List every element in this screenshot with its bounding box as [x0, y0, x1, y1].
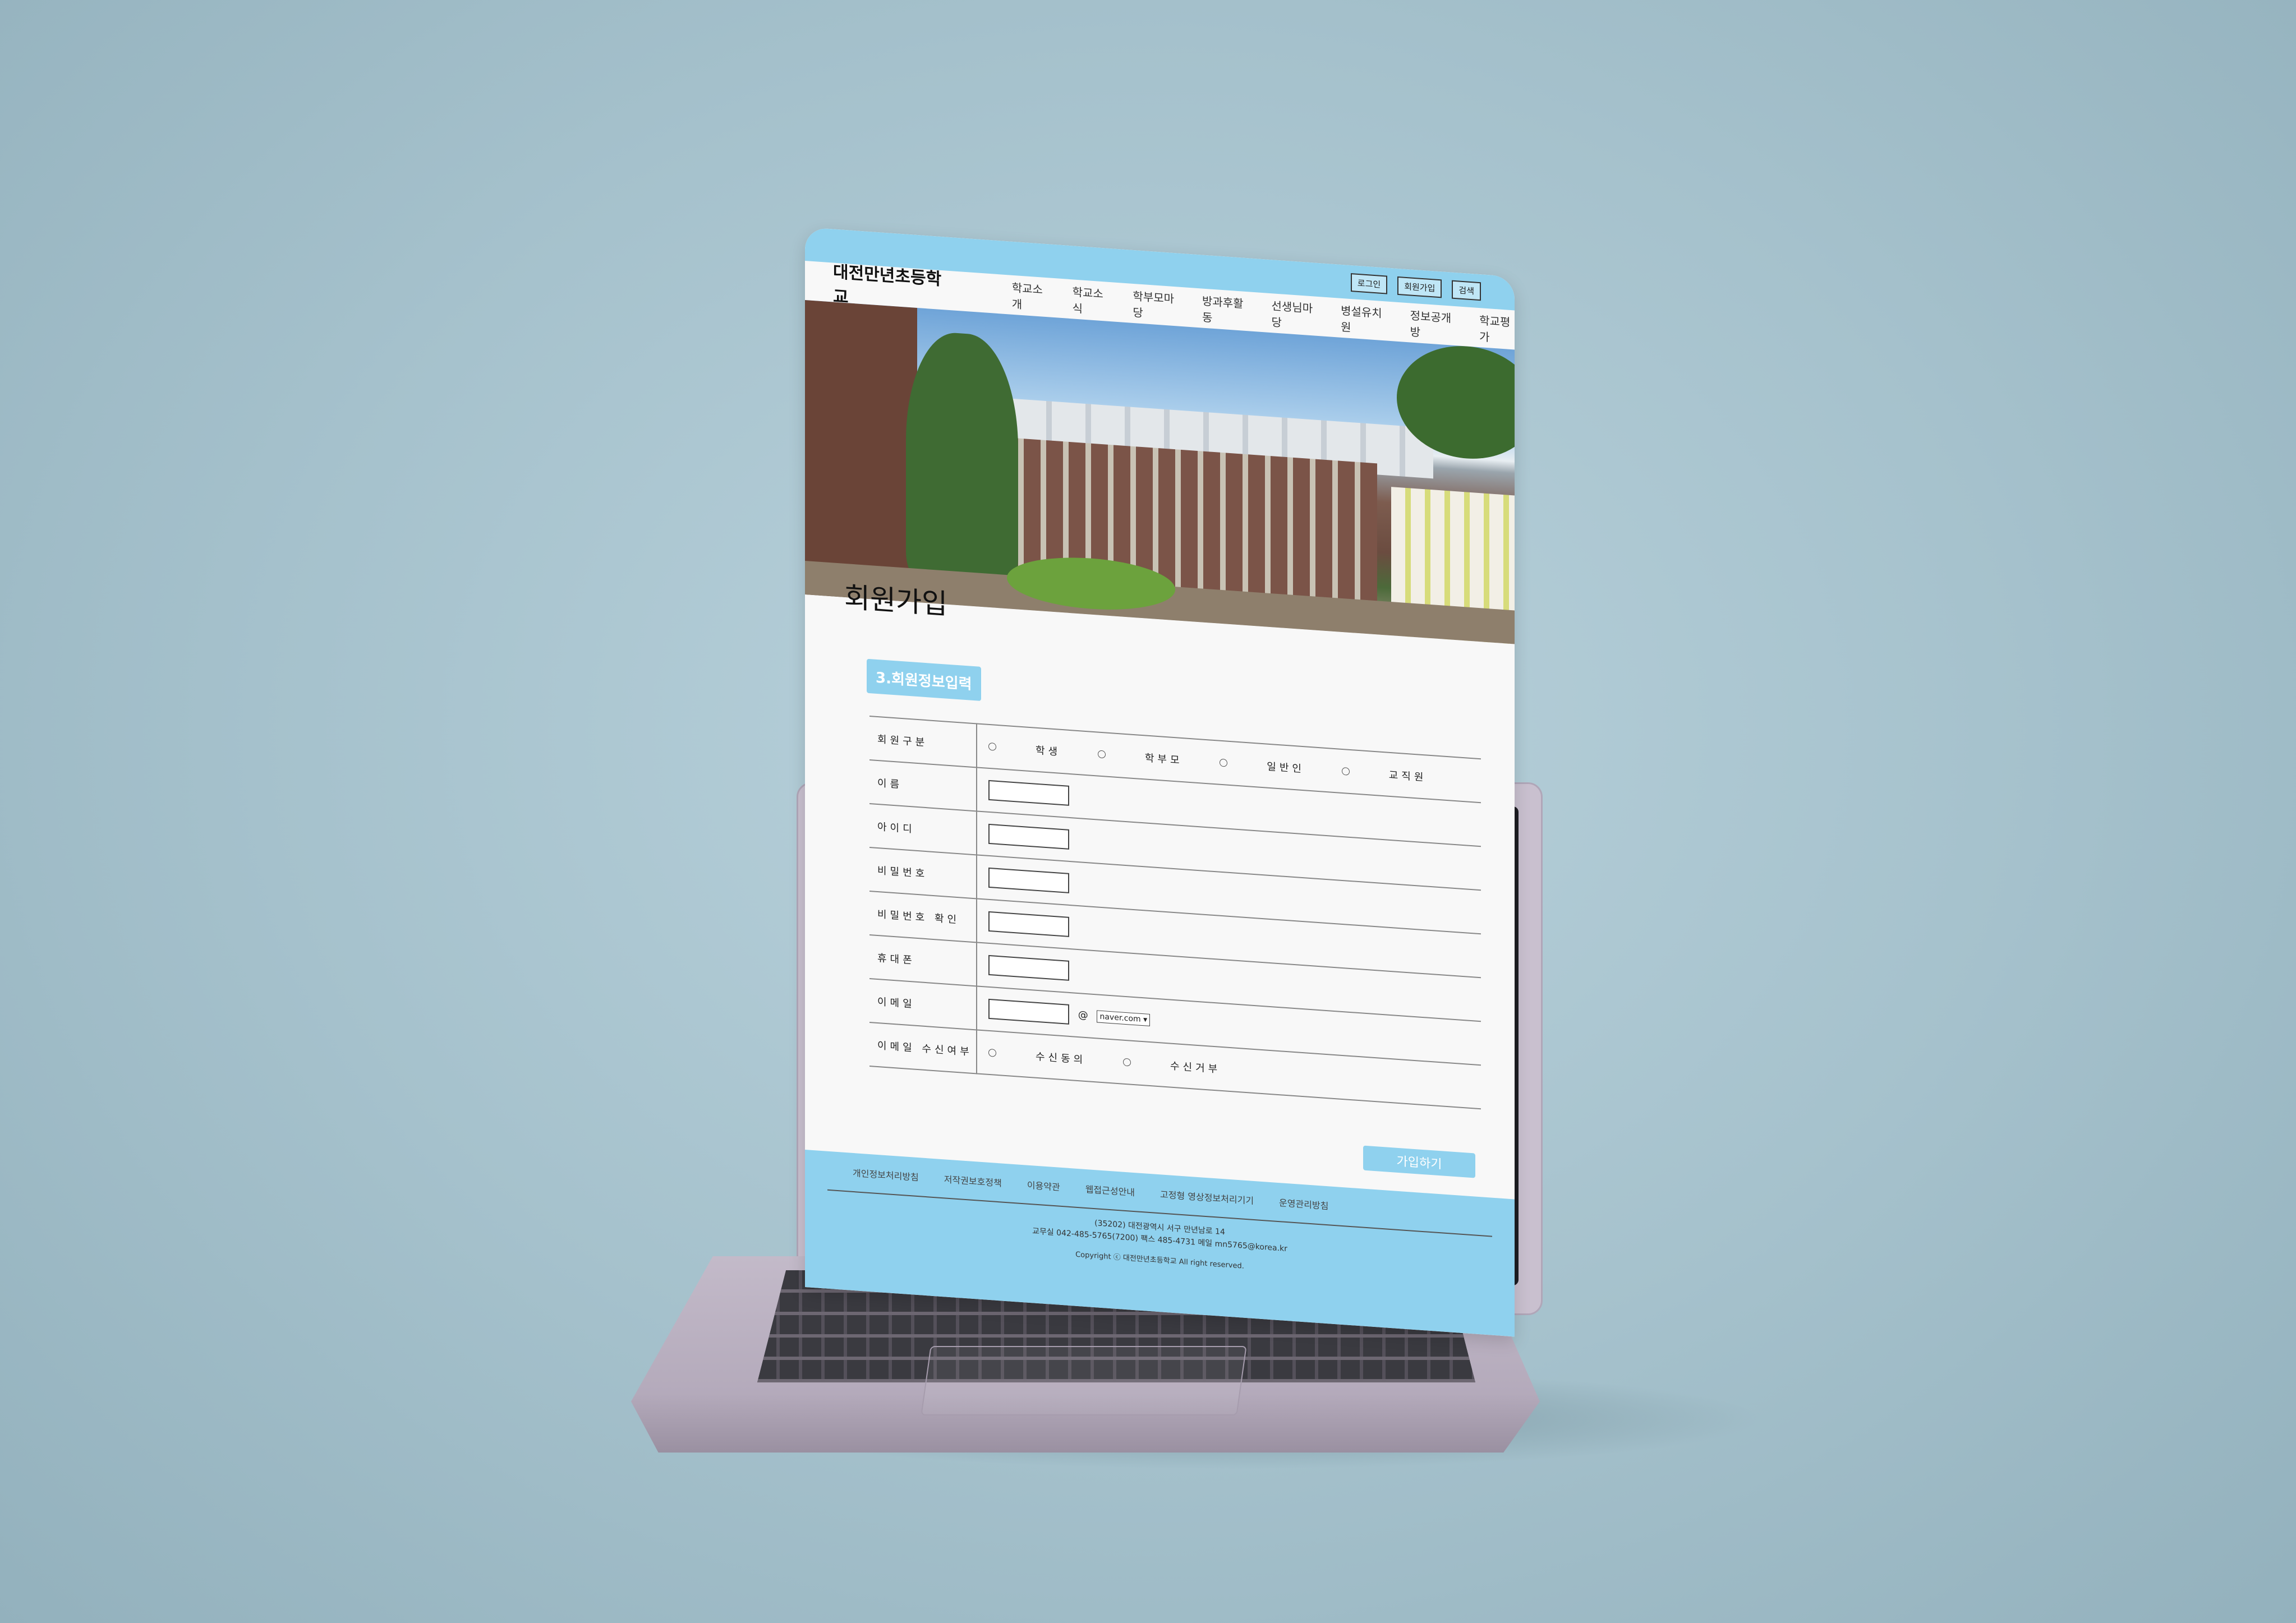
laptop-trackpad	[921, 1346, 1247, 1415]
phone-label: 휴대폰	[869, 935, 977, 986]
email-domain-select[interactable]: naver.com ▾	[1097, 1010, 1151, 1027]
password-field[interactable]	[988, 867, 1069, 893]
name-label: 이름	[869, 760, 977, 811]
footer-link-privacy[interactable]: 개인정보처리방침	[853, 1165, 919, 1183]
name-field[interactable]	[988, 780, 1069, 806]
footer-link-terms[interactable]: 이용약관	[1027, 1178, 1060, 1193]
footer-link-operation[interactable]: 운영관리방침	[1279, 1195, 1328, 1212]
email-receive-label: 이메일 수신여부	[869, 1022, 977, 1074]
nav-item-afterschool[interactable]: 방과후활동	[1202, 292, 1246, 328]
footer-link-cctv[interactable]: 고정형 영상정보처리기기	[1160, 1187, 1254, 1207]
id-label: 아이디	[869, 804, 977, 855]
step-badge: 3.회원정보입력	[867, 658, 981, 701]
signup-page: 로그인 회원가입 검색 대전만년초등학교 학교소개 학교소식 학부모마당 방과후…	[805, 227, 1515, 1337]
signup-form: 회원구분 학생 학부모 일반인 교직원 이름 아이디 비밀번호 비밀번호 확인 …	[869, 716, 1481, 1109]
footer-link-copyright[interactable]: 저작권보호정책	[944, 1172, 1002, 1189]
password-label: 비밀번호	[869, 847, 977, 899]
footer-link-accessibility[interactable]: 웹접근성안내	[1085, 1182, 1135, 1198]
password-confirm-field[interactable]	[988, 911, 1069, 937]
id-field[interactable]	[988, 823, 1069, 850]
radio-parent[interactable]: 학부모	[1097, 746, 1183, 767]
signup-button[interactable]: 회원가입	[1397, 276, 1442, 298]
radio-email-agree[interactable]: 수신동의	[988, 1045, 1086, 1067]
member-type-label: 회원구분	[869, 716, 977, 768]
nav-item-school-intro[interactable]: 학교소개	[1012, 279, 1047, 313]
search-button[interactable]: 검색	[1452, 280, 1481, 301]
radio-general[interactable]: 일반인	[1220, 755, 1305, 776]
nav-item-evaluation[interactable]: 학교평가	[1479, 311, 1515, 346]
join-submit-button[interactable]: 가입하기	[1363, 1145, 1475, 1178]
email-at-sign: @	[1078, 1009, 1088, 1022]
nav-item-school-news[interactable]: 학교소식	[1073, 283, 1108, 317]
password-confirm-label: 비밀번호 확인	[869, 891, 977, 943]
nav-item-info-disclosure[interactable]: 정보공개방	[1410, 306, 1455, 342]
email-local-field[interactable]	[988, 998, 1069, 1025]
radio-staff[interactable]: 교직원	[1341, 764, 1427, 785]
radio-email-decline[interactable]: 수신거부	[1122, 1055, 1221, 1076]
nav-item-kindergarten[interactable]: 병설유치원	[1341, 302, 1385, 337]
nav-item-parents[interactable]: 학부모마당	[1133, 287, 1177, 322]
nav-item-teachers[interactable]: 선생님마당	[1272, 297, 1316, 332]
radio-student[interactable]: 학생	[988, 739, 1061, 759]
email-label: 이메일	[869, 979, 977, 1030]
login-button[interactable]: 로그인	[1350, 273, 1388, 294]
phone-field[interactable]	[988, 955, 1069, 981]
